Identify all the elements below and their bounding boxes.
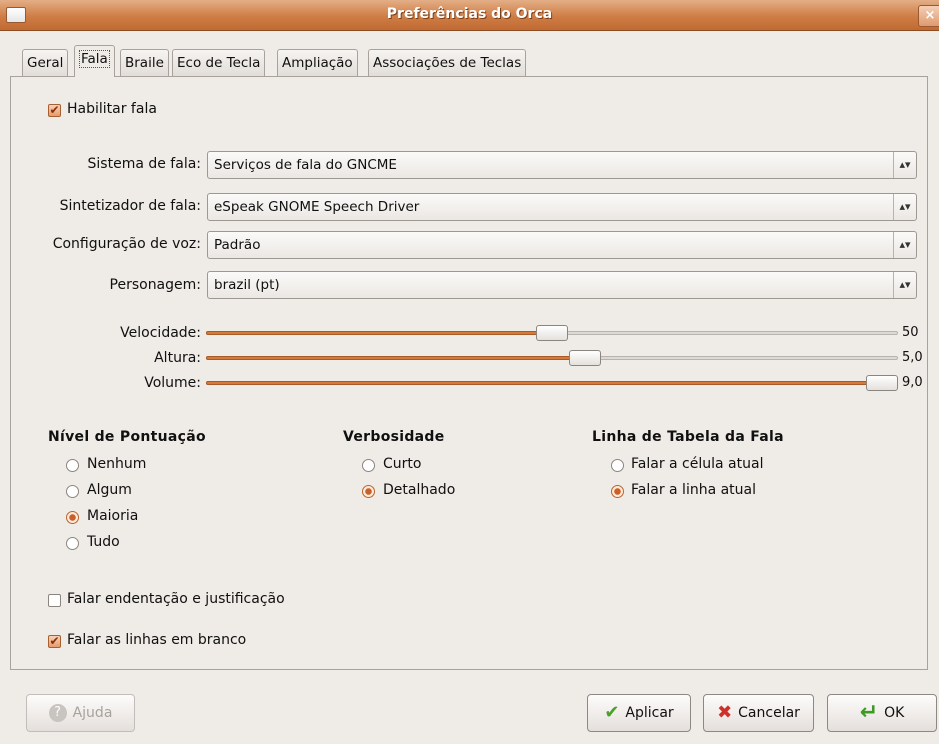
tab-label: Geral	[27, 55, 64, 71]
tab-braile[interactable]: Braile	[120, 49, 169, 76]
radio-falar-celula[interactable]	[611, 459, 624, 472]
enter-arrow-icon: ↵	[859, 700, 879, 725]
voice-config-label: Configuração de voz:	[52, 236, 201, 252]
tab-label: Associações de Teclas	[373, 55, 522, 71]
tab-associacoes-de-teclas[interactable]: Associações de Teclas	[368, 49, 527, 76]
rate-slider-knob[interactable]	[536, 325, 568, 341]
voice-config-value: Padrão	[214, 237, 261, 253]
radio-nenhum[interactable]	[66, 459, 79, 472]
speech-system-label: Sistema de fala:	[87, 156, 201, 172]
window-close-button[interactable]: ×	[918, 5, 939, 27]
radio-detalhado[interactable]	[362, 485, 375, 498]
indentation-label: Falar endentação e justificação	[67, 591, 285, 607]
radio-falar-celula-label: Falar a célula atual	[631, 456, 764, 472]
indentation-checkbox[interactable]	[48, 594, 61, 607]
apply-button-label: Aplicar	[625, 705, 674, 721]
blank-lines-checkbox[interactable]: ✔	[48, 635, 61, 648]
radio-tudo[interactable]	[66, 537, 79, 550]
tab-eco-de-tecla[interactable]: Eco de Tecla	[172, 49, 266, 76]
volume-slider-fill	[206, 381, 882, 385]
tab-label: Fala	[79, 50, 110, 68]
speech-synth-value: eSpeak GNOME Speech Driver	[214, 199, 420, 215]
table-row-title: Linha de Tabela da Fala	[592, 429, 784, 445]
pitch-slider-knob[interactable]	[569, 350, 601, 366]
radio-falar-linha-label: Falar a linha atual	[631, 482, 757, 498]
person-combo[interactable]: brazil (pt) ▴▾	[207, 271, 917, 299]
person-label: Personagem:	[109, 277, 201, 293]
checkmark-icon: ✔	[604, 702, 620, 723]
tab-label: Eco de Tecla	[177, 55, 261, 71]
volume-value: 9,0	[902, 375, 923, 390]
help-icon: ?	[48, 704, 67, 722]
speech-synth-label: Sintetizador de fala:	[59, 198, 201, 214]
tab-ampliacao[interactable]: Ampliação	[277, 49, 358, 76]
apply-button[interactable]: ✔ Aplicar	[587, 694, 691, 732]
rate-label: Velocidade:	[120, 325, 201, 341]
cancel-button[interactable]: ✖ Cancelar	[703, 694, 814, 732]
volume-slider-knob[interactable]	[866, 375, 898, 391]
tab-fala[interactable]: Fala	[74, 45, 115, 77]
speech-system-value: Serviços de fala do GNCME	[214, 157, 397, 173]
help-button[interactable]: ? Ajuda	[26, 694, 135, 732]
speech-synth-combo[interactable]: eSpeak GNOME Speech Driver ▴▾	[207, 193, 917, 221]
ok-button[interactable]: ↵ OK	[827, 694, 937, 732]
combo-arrows-icon: ▴▾	[893, 152, 916, 178]
radio-detalhado-label: Detalhado	[383, 482, 456, 498]
blank-lines-label: Falar as linhas em branco	[67, 632, 247, 648]
radio-tudo-label: Tudo	[87, 534, 120, 550]
combo-arrows-icon: ▴▾	[893, 272, 916, 298]
pitch-value: 5,0	[902, 350, 923, 365]
tab-geral[interactable]: Geral	[22, 49, 69, 76]
radio-maioria-label: Maioria	[87, 508, 139, 524]
verbosity-title: Verbosidade	[343, 429, 445, 445]
pitch-slider-fill	[206, 356, 585, 360]
tab-label: Braile	[125, 55, 164, 71]
volume-label: Volume:	[144, 375, 201, 391]
radio-nenhum-label: Nenhum	[87, 456, 147, 472]
radio-curto[interactable]	[362, 459, 375, 472]
radio-algum[interactable]	[66, 485, 79, 498]
radio-algum-label: Algum	[87, 482, 132, 498]
tab-label: Ampliação	[282, 55, 353, 71]
ok-button-label: OK	[884, 705, 905, 721]
cancel-icon: ✖	[717, 702, 733, 723]
enable-speech-label: Habilitar fala	[67, 101, 157, 117]
window-title: Preferências do Orca	[386, 6, 553, 22]
rate-slider-fill	[206, 331, 552, 335]
cancel-button-label: Cancelar	[738, 705, 800, 721]
speech-system-combo[interactable]: Serviços de fala do GNCME ▴▾	[207, 151, 917, 179]
combo-arrows-icon: ▴▾	[893, 232, 916, 258]
combo-arrows-icon: ▴▾	[893, 194, 916, 220]
radio-maioria[interactable]	[66, 511, 79, 524]
help-button-label: Ajuda	[72, 705, 113, 721]
radio-curto-label: Curto	[383, 456, 422, 472]
pitch-label: Altura:	[154, 350, 201, 366]
radio-falar-linha[interactable]	[611, 485, 624, 498]
enable-speech-checkbox[interactable]: ✔	[48, 104, 61, 117]
voice-config-combo[interactable]: Padrão ▴▾	[207, 231, 917, 259]
person-value: brazil (pt)	[214, 277, 280, 293]
punctuation-title: Nível de Pontuação	[48, 429, 206, 445]
rate-value: 50	[902, 325, 919, 340]
